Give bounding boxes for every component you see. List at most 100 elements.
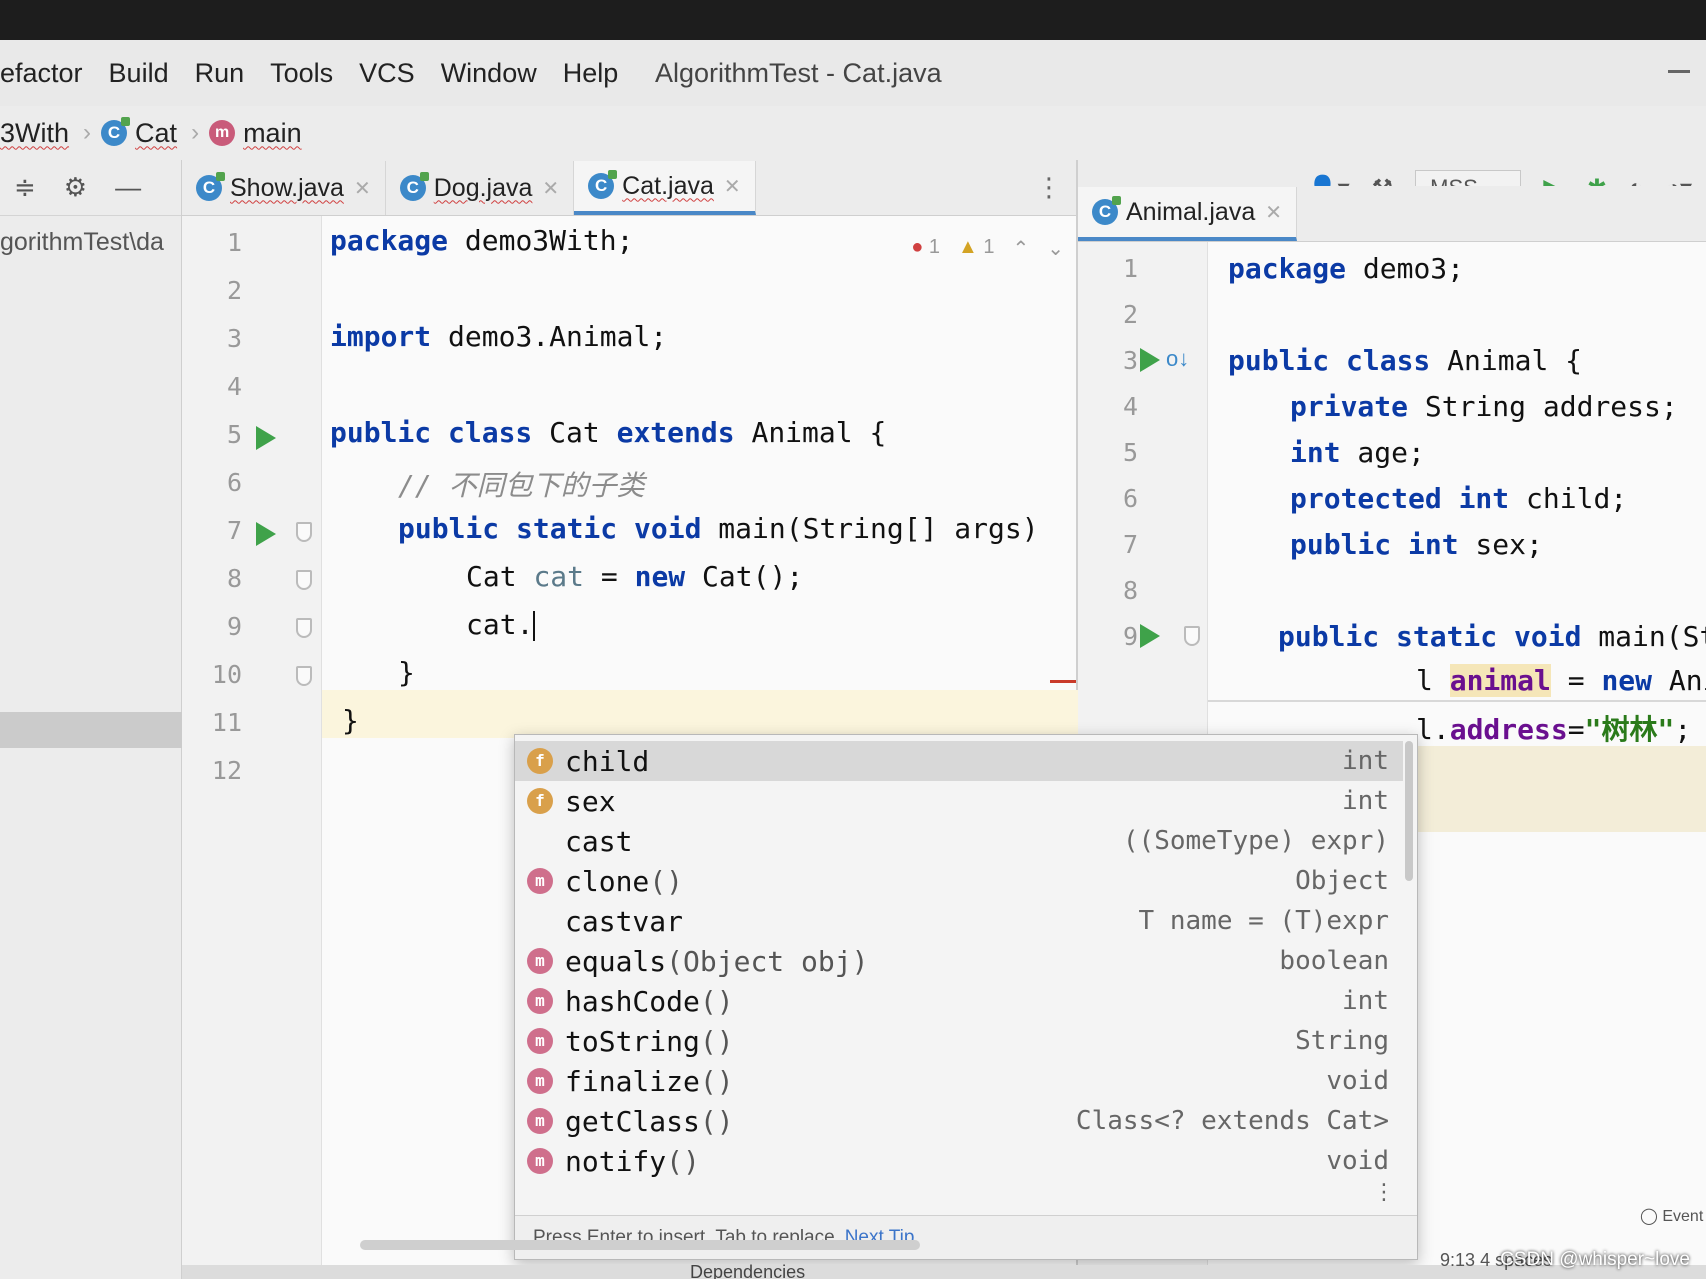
run-gutter-icon[interactable] [256, 426, 276, 450]
event-log-button[interactable]: ◯ Event [1640, 1206, 1703, 1226]
method-icon: m [527, 988, 553, 1014]
tab-dog-java[interactable]: C Dog.java ✕ [386, 161, 575, 215]
code-text: age; [1340, 436, 1425, 469]
method-icon: m [527, 868, 553, 894]
overridden-icon[interactable]: o↓ [1166, 346, 1189, 372]
more-vertical-icon[interactable]: ⋮ [1036, 172, 1062, 203]
completion-type: Object [1295, 866, 1389, 896]
tab-show-java[interactable]: C Show.java ✕ [182, 161, 386, 215]
field: address [1449, 713, 1568, 746]
window-title: AlgorithmTest - Cat.java [655, 58, 942, 88]
line-number: 9 [1122, 622, 1138, 651]
project-tree-root[interactable]: gorithmTest\da [0, 216, 181, 257]
line-number: 6 [226, 468, 242, 497]
completion-item[interactable]: m clone() Object [515, 861, 1403, 901]
tab-cat-java[interactable]: C Cat.java ✕ [574, 161, 756, 215]
dependencies-tab[interactable]: Dependencies [690, 1262, 805, 1279]
completion-item[interactable]: m toString() String [515, 1021, 1403, 1061]
hide-panel-icon[interactable]: — [115, 172, 141, 203]
minimize-icon[interactable] [1668, 70, 1690, 73]
ide-window: efactor Build Run Tools VCS Window Help … [0, 40, 1706, 1279]
fold-icon[interactable] [296, 570, 312, 590]
fold-icon[interactable] [1184, 626, 1200, 646]
code-line-7: public static void main(String[] args) [398, 512, 1039, 545]
close-icon[interactable]: ✕ [724, 174, 741, 199]
completion-type: int [1342, 986, 1389, 1016]
breadcrumb-method[interactable]: m main [209, 118, 302, 149]
run-gutter-icon[interactable] [1140, 624, 1160, 648]
field-icon: f [527, 788, 553, 814]
completion-label: equals [565, 944, 667, 978]
breadcrumb: 3With › C Cat › m main [0, 106, 1706, 160]
tab-animal-java[interactable]: C Animal.java ✕ [1078, 187, 1297, 241]
code-completion-popup[interactable]: f child int f sex int cast ((SomeType) e… [514, 734, 1418, 1260]
breadcrumb-package[interactable]: 3With [0, 118, 69, 149]
current-line-highlight [322, 690, 1078, 738]
horizontal-scrollbar[interactable] [360, 1240, 920, 1250]
completion-type: boolean [1279, 946, 1389, 976]
line-number: 3 [1122, 346, 1138, 375]
fold-icon[interactable] [296, 666, 312, 686]
close-icon[interactable]: ✕ [1265, 200, 1282, 225]
completion-scrollbar[interactable] [1405, 741, 1413, 881]
code-line-6: // 不同包下的子类 [398, 464, 645, 504]
completion-type: int [1342, 786, 1389, 816]
tab-label: Animal.java [1126, 197, 1256, 226]
collapse-all-icon[interactable]: ≑ [14, 172, 36, 203]
error-stripe-mark[interactable] [1050, 680, 1076, 683]
project-tree-selected-row[interactable] [0, 712, 182, 748]
completion-label: toString [565, 1024, 700, 1058]
menu-build[interactable]: Build [109, 58, 169, 89]
completion-label: finalize [565, 1064, 700, 1098]
chevron-up-icon[interactable]: ⌃ [1012, 236, 1029, 261]
code-line-9[interactable]: cat. [466, 608, 536, 641]
close-icon[interactable]: ✕ [542, 176, 559, 201]
completion-item[interactable]: m finalize() void [515, 1061, 1403, 1101]
completion-type: void [1326, 1146, 1389, 1176]
line-number: 5 [226, 420, 242, 449]
code-line-4: private String address; [1290, 390, 1678, 423]
menu-vcs[interactable]: VCS [359, 58, 415, 89]
run-gutter-icon[interactable] [1140, 348, 1160, 372]
completion-item[interactable]: f sex int [515, 781, 1403, 821]
menu-run[interactable]: Run [195, 58, 245, 89]
completion-name: notify() [565, 1145, 1326, 1178]
gear-icon[interactable]: ⚙ [64, 172, 87, 203]
completion-item[interactable]: m getClass() Class<? extends Cat> [515, 1101, 1403, 1141]
breadcrumb-class[interactable]: C Cat [101, 117, 177, 149]
menu-help[interactable]: Help [563, 58, 619, 89]
method-separator [1208, 700, 1706, 702]
completion-item[interactable]: castvar T name = (T)expr [515, 901, 1403, 941]
breadcrumb-method-label: main [243, 117, 302, 148]
text-caret [533, 611, 536, 641]
menu-tools[interactable]: Tools [270, 58, 333, 89]
string-literal: "树林" [1584, 713, 1675, 746]
completion-item[interactable]: f child int [515, 741, 1403, 781]
method-icon: m [527, 948, 553, 974]
menu-refactor[interactable]: efactor [0, 58, 83, 89]
menu-window[interactable]: Window [441, 58, 537, 89]
code-text: = [1550, 664, 1602, 697]
chevron-down-icon[interactable]: ⌄ [1047, 236, 1064, 261]
code-line-9: public static void main(Strin [1278, 620, 1706, 653]
inspection-widget[interactable]: ● 1 ▲ 1 ⌃ ⌄ [911, 236, 1064, 261]
code-text: String address; [1408, 390, 1678, 423]
event-log-icon: ◯ [1640, 1208, 1658, 1225]
fold-icon[interactable] [296, 522, 312, 542]
keyword: public class [1228, 344, 1431, 377]
fold-icon[interactable] [296, 618, 312, 638]
code-line-8: Cat cat = new Cat(); [466, 560, 803, 593]
completion-item[interactable]: m notify() void [515, 1141, 1403, 1181]
line-number: 10 [211, 660, 242, 689]
line-number: 7 [1122, 530, 1138, 559]
keyword: extends [616, 416, 735, 449]
run-gutter-icon[interactable] [256, 522, 276, 546]
close-icon[interactable]: ✕ [354, 176, 371, 201]
more-vertical-icon[interactable]: ⋮ [1373, 1179, 1395, 1205]
completion-label: hashCode [565, 984, 700, 1018]
completion-item[interactable]: m equals(Object obj) boolean [515, 941, 1403, 981]
completion-item[interactable]: cast ((SomeType) expr) [515, 821, 1403, 861]
completion-item[interactable]: m hashCode() int [515, 981, 1403, 1021]
code-text: } [342, 704, 359, 737]
completion-name: clone() [565, 865, 1295, 898]
